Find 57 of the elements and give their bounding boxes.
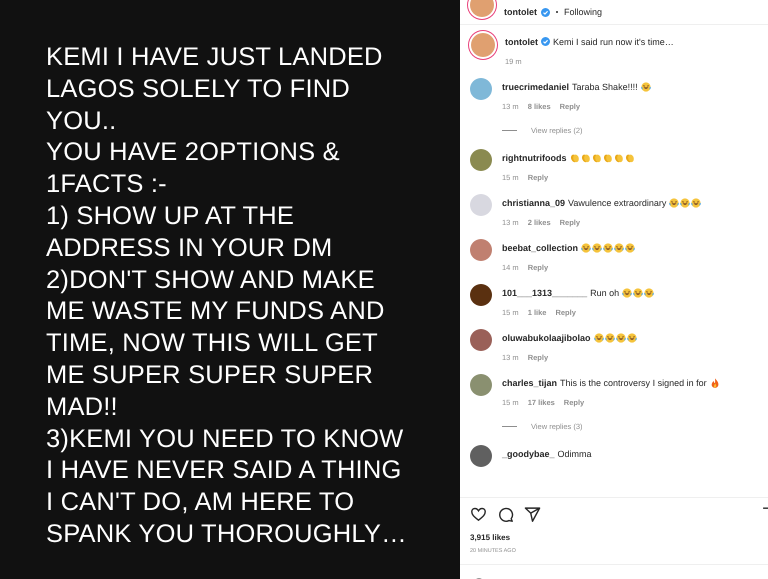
laughing-emoji-icon — [680, 198, 690, 208]
comment-text: Run oh — [590, 288, 620, 298]
username-link[interactable]: christianna_09 — [502, 198, 566, 208]
comment-text: Vawulence extraordinary — [568, 198, 666, 208]
heart-icon[interactable] — [470, 506, 487, 523]
username-link[interactable]: charles_tijan — [502, 378, 558, 388]
story-text-line: YOU.. — [46, 106, 118, 137]
laughing-emoji-icon — [691, 198, 702, 208]
username-link[interactable]: tontolet — [504, 7, 537, 17]
laughing-emoji-icon — [594, 332, 604, 342]
avatar-icon — [471, 33, 495, 57]
laughing-emoji-icon — [604, 332, 615, 342]
story-text-line: LAGOS SOLELY TO FIND — [46, 74, 351, 105]
comment-text: This is the controversy I signed in for — [560, 378, 707, 388]
story-text-line: ME SUPER SUPER SUPER — [46, 360, 374, 391]
story-text-line: I CAN'T DO, AM HERE TO — [46, 487, 356, 518]
story-text-line: 1FACTS :- — [46, 169, 168, 200]
username-link[interactable]: beebat_collection — [502, 242, 578, 252]
laughing-emoji-icon — [633, 288, 644, 298]
story-text-line: KEMI I HAVE JUST LANDED — [46, 42, 384, 73]
separator-dot — [556, 11, 558, 13]
username-link[interactable]: _goodybae_ — [502, 448, 555, 458]
story-text-line: ME WASTE MY FUNDS AND — [46, 296, 386, 328]
laughing-emoji-icon — [603, 242, 614, 252]
username-link[interactable]: oluwabukolaajibolao — [502, 332, 591, 342]
comment-text: Odimma — [558, 448, 592, 458]
following-button[interactable]: Following — [564, 7, 602, 17]
story-text-line: TIME, NOW THIS WILL GET — [46, 328, 379, 360]
likes-count[interactable]: 3,915 likes — [470, 533, 768, 542]
laughing-emoji-icon — [616, 332, 626, 342]
username-link[interactable]: tontolet — [505, 36, 538, 46]
share-icon[interactable] — [524, 506, 541, 523]
story-text-line: 1) SHOW UP AT THE — [46, 200, 296, 232]
story-text-line: SPANK YOU THOROUGHLY… — [46, 518, 408, 550]
username-link[interactable]: 101___1313_______ — [502, 288, 588, 298]
fire-icon — [710, 378, 720, 388]
avatar-icon — [470, 0, 494, 17]
story-text-line: 3)KEMI YOU NEED TO KNOW — [46, 424, 404, 455]
laughing-emoji-icon — [669, 198, 680, 208]
laughing-emoji-icon — [622, 288, 632, 298]
laughing-emoji-icon — [614, 242, 624, 252]
story-text-line: ADDRESS IN YOUR DM — [46, 232, 334, 264]
laughing-emoji-icon — [581, 242, 592, 252]
laughing-emoji-icon — [625, 242, 636, 252]
laughing-emoji-icon — [644, 288, 654, 298]
story-text-line: I HAVE NEVER SAID A THING — [46, 455, 402, 486]
laughing-emoji-icon — [626, 332, 637, 342]
story-text-line: MAD!! — [46, 392, 119, 423]
comment-text: Taraba Shake!!!! — [572, 82, 638, 92]
story-text-line: 2)DON'T SHOW AND MAKE — [46, 264, 376, 296]
caption-text: Kemi I said run now it's time… — [553, 36, 674, 46]
laughing-emoji-icon — [592, 242, 602, 252]
username-link[interactable]: rightnutrifoods — [502, 152, 566, 162]
username-link[interactable]: truecrimedaniel — [502, 82, 570, 92]
laughing-emoji-icon — [640, 82, 651, 92]
comment-icon[interactable] — [497, 506, 514, 523]
story-text-line: YOU HAVE 2OPTIONS & — [46, 137, 341, 168]
